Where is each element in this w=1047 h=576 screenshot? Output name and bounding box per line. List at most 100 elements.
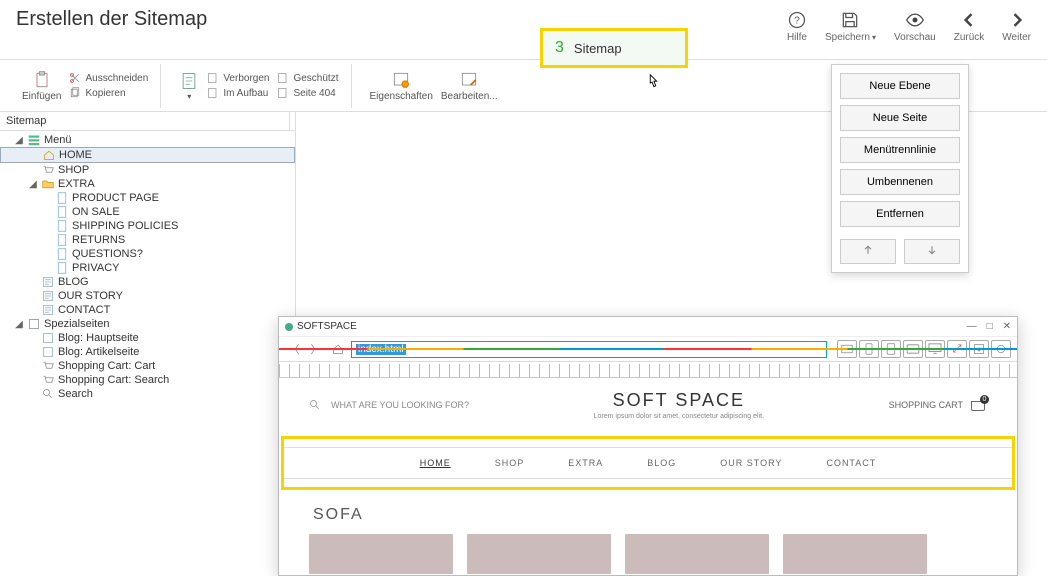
pointer-cursor-icon (642, 72, 664, 94)
save-icon (840, 10, 860, 30)
protected-button[interactable]: Geschützt (277, 72, 338, 84)
page404-button[interactable]: Seite 404 (277, 87, 338, 99)
nav-story[interactable]: OUR STORY (720, 458, 782, 468)
step-number: 3 (555, 39, 564, 57)
help-button[interactable]: ? Hilfe (787, 10, 807, 43)
tree-blog-main[interactable]: Blog: Hauptseite (0, 331, 295, 345)
tree-contact[interactable]: CONTACT (0, 303, 295, 317)
maximize-icon[interactable]: □ (987, 321, 993, 332)
header-actions: ? Hilfe Speichern▾ Vorschau Zurück Weite… (787, 8, 1031, 43)
remove-button[interactable]: Entfernen (840, 201, 960, 227)
blog-icon (42, 304, 54, 316)
preview-nav-highlight: HOME SHOP EXTRA BLOG OUR STORY CONTACT (281, 436, 1015, 490)
header: Erstellen der Sitemap ? Hilfe Speichern▾… (0, 0, 1047, 60)
scissors-icon (69, 72, 81, 84)
paste-button[interactable]: Einfügen (18, 70, 65, 102)
preview-cart[interactable]: SHOPPING CART (889, 398, 987, 412)
step-label: Sitemap (574, 41, 622, 56)
tree-story[interactable]: OUR STORY (0, 289, 295, 303)
nav-contact[interactable]: CONTACT (826, 458, 876, 468)
preview-body: WHAT ARE YOU LOOKING FOR? SOFT SPACE Lor… (279, 378, 1017, 574)
section-heading: SOFA (313, 506, 987, 524)
separator-button[interactable]: Menütrennlinie (840, 137, 960, 163)
arrow-down-icon (926, 244, 938, 256)
clipboard-icon (32, 70, 52, 90)
blog-icon (42, 332, 54, 344)
preview-nav: HOME SHOP EXTRA BLOG OUR STORY CONTACT (284, 447, 1012, 479)
cart-icon (42, 164, 54, 176)
move-up-button[interactable] (840, 239, 896, 264)
page-icon (56, 206, 68, 218)
back-button[interactable]: Zurück (954, 10, 985, 43)
help-icon: ? (787, 10, 807, 30)
tree-cart-search[interactable]: Shopping Cart: Search (0, 373, 295, 387)
tree-shop[interactable]: SHOP (0, 163, 295, 177)
blog-icon (42, 346, 54, 358)
tree-home[interactable]: HOME (0, 147, 295, 163)
next-button[interactable]: Weiter (1002, 10, 1031, 43)
page-icon (56, 234, 68, 246)
folder-icon (42, 178, 54, 190)
tree-product[interactable]: PRODUCT PAGE (0, 191, 295, 205)
nav-blog[interactable]: BLOG (647, 458, 676, 468)
preview-titlebar[interactable]: SOFTSPACE — □ ✕ (279, 317, 1017, 337)
hidden-button[interactable]: Verborgen (207, 72, 269, 84)
tree-special[interactable]: ◢Spezialseiten (0, 317, 295, 331)
special-icon (28, 318, 40, 330)
page-type-button[interactable]: ▾ (175, 71, 203, 101)
properties-button[interactable]: Eigenschaften (366, 70, 437, 102)
collapse-icon[interactable]: ◢ (14, 135, 24, 146)
home-icon (43, 149, 55, 161)
page-small-icon (207, 87, 219, 99)
preview-search[interactable]: WHAT ARE YOU LOOKING FOR? (309, 399, 469, 411)
tree-questions[interactable]: QUESTIONS? (0, 247, 295, 261)
tree-shipping[interactable]: SHIPPING POLICIES (0, 219, 295, 233)
cut-button[interactable]: Ausschneiden (69, 72, 148, 84)
tree-search[interactable]: Search (0, 387, 295, 401)
chevron-left-icon (959, 10, 979, 30)
new-page-button[interactable]: Neue Seite (840, 105, 960, 131)
product-thumb[interactable] (783, 534, 927, 574)
nav-extra[interactable]: EXTRA (568, 458, 603, 468)
product-thumb[interactable] (467, 534, 611, 574)
preview-button[interactable]: Vorschau (894, 10, 936, 43)
new-level-button[interactable]: Neue Ebene (840, 73, 960, 99)
step-badge[interactable]: 3 Sitemap (540, 28, 688, 68)
sitemap-tree: Sitemap Seitentitel ◢Menü HOME SHOP ◢EXT… (0, 112, 296, 573)
nav-home[interactable]: HOME (420, 458, 451, 468)
page-icon (56, 248, 68, 260)
tree-menu[interactable]: ◢Menü (0, 133, 295, 147)
tree-extra[interactable]: ◢EXTRA (0, 177, 295, 191)
col-sitemap: Sitemap (0, 112, 290, 130)
save-button[interactable]: Speichern▾ (825, 10, 876, 43)
product-thumb[interactable] (309, 534, 453, 574)
eye-icon (905, 10, 925, 30)
product-thumb[interactable] (625, 534, 769, 574)
tree-blog[interactable]: BLOG (0, 275, 295, 289)
preview-brand: SOFT SPACE Lorem ipsum dolor sit amet, c… (594, 390, 764, 420)
collapse-icon[interactable]: ◢ (14, 319, 24, 330)
tree-cart-cart[interactable]: Shopping Cart: Cart (0, 359, 295, 373)
minimize-icon[interactable]: — (967, 321, 977, 332)
ruler (279, 364, 1017, 378)
tree-returns[interactable]: RETURNS (0, 233, 295, 247)
menu-icon (28, 134, 40, 146)
blog-icon (42, 290, 54, 302)
nav-shop[interactable]: SHOP (495, 458, 525, 468)
preview-app-title: SOFTSPACE (297, 321, 357, 332)
close-icon[interactable]: ✕ (1003, 321, 1011, 332)
tree-privacy[interactable]: PRIVACY (0, 261, 295, 275)
rename-button[interactable]: Umbennenen (840, 169, 960, 195)
edit-button[interactable]: Bearbeiten... (437, 70, 502, 102)
cart-icon (969, 398, 987, 412)
construction-button[interactable]: Im Aufbau (207, 87, 269, 99)
move-down-button[interactable] (904, 239, 960, 264)
collapse-icon[interactable]: ◢ (28, 179, 38, 190)
copy-icon (69, 87, 81, 99)
tree-blog-article[interactable]: Blog: Artikelseite (0, 345, 295, 359)
page-small-icon (277, 87, 289, 99)
cart-icon (42, 360, 54, 372)
tree-onsale[interactable]: ON SALE (0, 205, 295, 219)
copy-button[interactable]: Kopieren (69, 87, 148, 99)
chevron-right-icon (1007, 10, 1027, 30)
